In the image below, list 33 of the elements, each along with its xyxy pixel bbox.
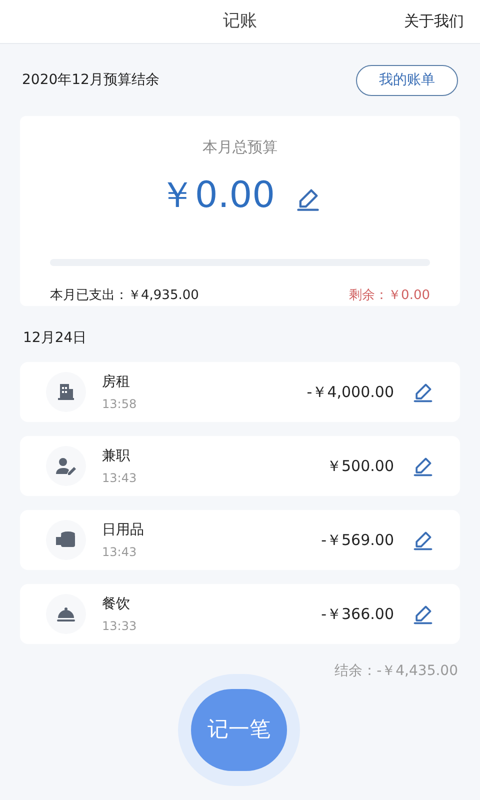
- entry-amount: ￥500.00: [326, 456, 394, 477]
- paper-roll-icon: [55, 530, 77, 550]
- entry-name: 日用品: [102, 520, 144, 540]
- entry-card[interactable]: 日用品 13:43 -￥569.00: [20, 510, 460, 570]
- budget-heading: 2020年12月预算结余: [22, 71, 160, 90]
- page-title: 记账: [223, 10, 257, 33]
- edit-icon[interactable]: [412, 455, 434, 477]
- entry-card[interactable]: 兼职 13:43 ￥500.00: [20, 436, 460, 496]
- entry-name: 餐饮: [102, 594, 131, 614]
- budget-amount: ￥0.00: [158, 174, 276, 218]
- entry-card[interactable]: 餐饮 13:33 -￥366.00: [20, 584, 460, 644]
- person-pen-icon: [55, 456, 77, 476]
- entry-time: 13:58: [102, 396, 137, 412]
- entry-amount: -￥4,000.00: [306, 382, 394, 403]
- budget-label: 本月总预算: [202, 137, 278, 158]
- date-heading: 12月24日: [22, 329, 88, 348]
- my-bills-button[interactable]: 我的账单: [356, 65, 458, 96]
- edit-icon[interactable]: [412, 381, 434, 403]
- edit-icon[interactable]: [412, 529, 434, 551]
- entry-name: 兼职: [102, 446, 131, 466]
- remaining-text: 剩余：￥0.00: [349, 286, 430, 304]
- entry-name: 房租: [102, 372, 131, 392]
- entry-amount: -￥569.00: [321, 530, 394, 551]
- entry-time: 13:43: [102, 470, 137, 486]
- balance-text: 结余：-￥4,435.00: [334, 662, 458, 681]
- building-icon: [56, 382, 76, 402]
- spent-text: 本月已支出：￥4,935.00: [50, 286, 199, 304]
- about-link[interactable]: 关于我们: [404, 10, 464, 33]
- entry-card[interactable]: 房租 13:58 -￥4,000.00: [20, 362, 460, 422]
- entry-amount: -￥366.00: [321, 604, 394, 625]
- entry-time: 13:33: [102, 618, 137, 634]
- entry-time: 13:43: [102, 544, 138, 560]
- edit-icon[interactable]: [412, 603, 434, 625]
